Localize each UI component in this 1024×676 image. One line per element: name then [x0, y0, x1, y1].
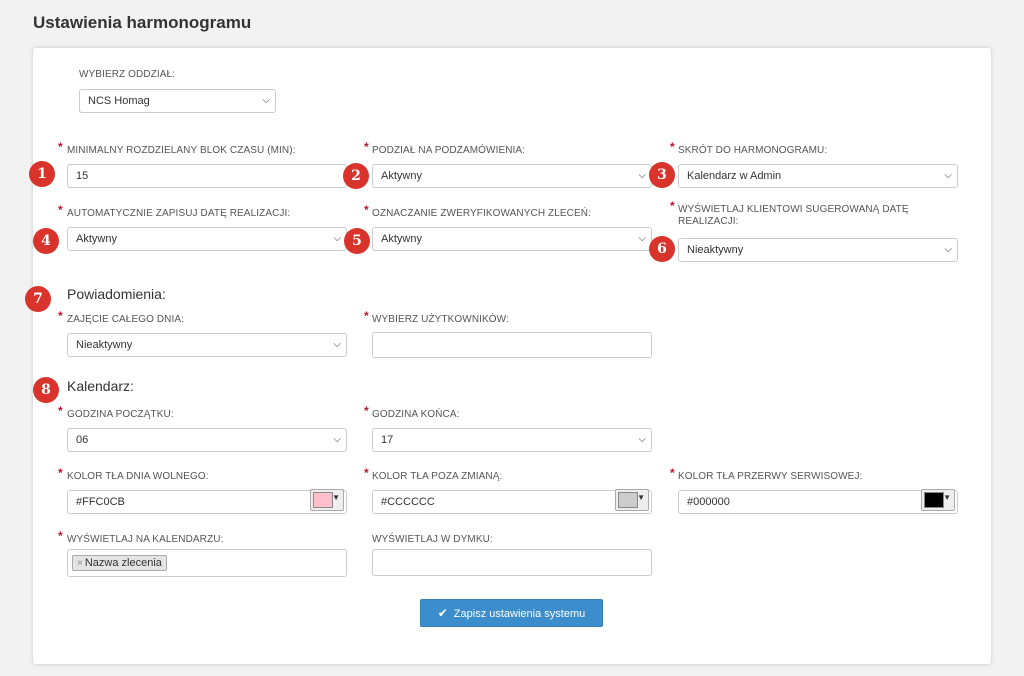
schedule-shortcut-label: SKRÓT DO HARMONOGRAMU:	[678, 145, 828, 156]
chevron-down-icon: ⌵	[333, 339, 341, 350]
end-hour-select[interactable]: 17 ⌵	[372, 428, 652, 452]
required-asterisk: *	[58, 529, 63, 543]
day-off-color-input[interactable]: #FFC0CB	[67, 490, 347, 514]
mark-verified-value: Aktywny	[381, 233, 422, 245]
save-settings-button[interactable]: ✔ Zapisz ustawienia systemu	[420, 599, 603, 627]
annotation-marker-3: 3	[649, 162, 675, 188]
end-hour-value: 17	[381, 434, 394, 446]
required-asterisk: *	[58, 140, 63, 154]
show-in-tooltip-label: WYŚWIETLAJ W DYMKU:	[372, 534, 493, 545]
annotation-marker-8: 8	[33, 377, 59, 403]
service-break-color-label: KOLOR TŁA PRZERWY SERWISOWEJ:	[678, 471, 863, 482]
off-shift-color-input[interactable]: #CCCCCC	[372, 490, 652, 514]
off-shift-color-picker[interactable]: ▼	[615, 489, 649, 511]
chevron-down-icon: ⌵	[333, 233, 341, 244]
required-asterisk: *	[670, 199, 675, 213]
users-label: WYBIERZ UŻYTKOWNIKÓW:	[372, 314, 509, 325]
end-hour-label: GODZINA KOŃCA:	[372, 409, 460, 420]
tag-chip[interactable]: × Nazwa zlecenia	[72, 555, 167, 571]
required-asterisk: *	[670, 140, 675, 154]
chevron-down-icon: ⌵	[944, 170, 952, 181]
min-block-label: MINIMALNY ROZDZIELANY BLOK CZASU (MIN):	[67, 145, 296, 156]
split-orders-value: Aktywny	[381, 170, 422, 182]
required-asterisk: *	[58, 404, 63, 418]
service-break-color-value: #000000	[687, 496, 730, 508]
full-day-label: ZAJĘCIE CAŁEGO DNIA:	[67, 314, 185, 325]
show-suggested-date-value: Nieaktywny	[687, 244, 744, 256]
start-hour-label: GODZINA POCZĄTKU:	[67, 409, 174, 420]
required-asterisk: *	[364, 203, 369, 217]
color-swatch	[618, 492, 638, 508]
chevron-down-icon: ⌵	[944, 244, 952, 255]
required-asterisk: *	[364, 140, 369, 154]
remove-tag-icon[interactable]: ×	[77, 558, 83, 569]
required-asterisk: *	[670, 466, 675, 480]
check-icon: ✔	[437, 606, 448, 620]
auto-save-date-select[interactable]: Aktywny ⌵	[67, 227, 347, 251]
calendar-heading: Kalendarz:	[67, 378, 134, 394]
chevron-down-icon: ⌵	[638, 170, 646, 181]
color-swatch	[313, 492, 333, 508]
day-off-color-label: KOLOR TŁA DNIA WOLNEGO:	[67, 471, 209, 482]
day-off-color-picker[interactable]: ▼	[310, 489, 344, 511]
required-asterisk: *	[58, 309, 63, 323]
full-day-value: Nieaktywny	[76, 339, 133, 351]
notifications-heading: Powiadomienia:	[67, 286, 166, 302]
annotation-marker-2: 2	[343, 163, 369, 189]
annotation-marker-1: 1	[29, 161, 55, 187]
day-off-color-value: #FFC0CB	[76, 496, 125, 508]
required-asterisk: *	[364, 404, 369, 418]
branch-select-value: NCS Homag	[88, 95, 150, 107]
annotation-marker-4: 4	[33, 228, 59, 254]
chevron-down-icon: ⌵	[333, 434, 341, 445]
required-asterisk: *	[58, 203, 63, 217]
min-block-input[interactable]: 15	[67, 164, 347, 188]
caret-down-icon: ▼	[332, 493, 340, 502]
color-swatch	[924, 492, 944, 508]
tag-label: Nazwa zlecenia	[84, 557, 162, 569]
show-suggested-date-select[interactable]: Nieaktywny ⌵	[678, 238, 958, 262]
branch-label: WYBIERZ ODDZIAŁ:	[79, 69, 176, 80]
required-asterisk: *	[364, 466, 369, 480]
branch-select[interactable]: NCS Homag ⌵	[79, 89, 276, 113]
required-asterisk: *	[58, 466, 63, 480]
users-input[interactable]	[372, 332, 652, 358]
required-asterisk: *	[364, 309, 369, 323]
chevron-down-icon: ⌵	[262, 95, 270, 106]
service-break-color-picker[interactable]: ▼	[921, 489, 955, 511]
chevron-down-icon: ⌵	[638, 233, 646, 244]
split-orders-select[interactable]: Aktywny ⌵	[372, 164, 652, 188]
auto-save-date-label: AUTOMATYCZNIE ZAPISUJ DATĘ REALIZACJI:	[67, 208, 291, 219]
start-hour-value: 06	[76, 434, 89, 446]
page-title: Ustawienia harmonogramu	[33, 13, 252, 32]
chevron-down-icon: ⌵	[638, 434, 646, 445]
annotation-marker-5: 5	[344, 228, 370, 254]
mark-verified-label: OZNACZANIE ZWERYFIKOWANYCH ZLECEŃ:	[372, 208, 591, 219]
annotation-marker-7: 7	[25, 286, 51, 312]
annotation-marker-6: 6	[649, 236, 675, 262]
off-shift-color-value: #CCCCCC	[381, 496, 435, 508]
schedule-shortcut-value: Kalendarz w Admin	[687, 170, 782, 182]
full-day-select[interactable]: Nieaktywny ⌵	[67, 333, 347, 357]
save-button-label: Zapisz ustawienia systemu	[453, 608, 586, 620]
split-orders-label: PODZIAŁ NA PODZAMÓWIENIA:	[372, 145, 526, 156]
off-shift-color-label: KOLOR TŁA POZA ZMIANĄ:	[372, 471, 503, 482]
show-suggested-date-label: WYŚWIETLAJ KLIENTOWI SUGEROWANĄ DATĘ REA…	[678, 204, 909, 227]
caret-down-icon: ▼	[637, 493, 645, 502]
start-hour-select[interactable]: 06 ⌵	[67, 428, 347, 452]
schedule-shortcut-select[interactable]: Kalendarz w Admin ⌵	[678, 164, 958, 188]
mark-verified-select[interactable]: Aktywny ⌵	[372, 227, 652, 251]
show-on-calendar-label: WYŚWIETLAJ NA KALENDARZU:	[67, 534, 224, 545]
auto-save-date-value: Aktywny	[76, 233, 117, 245]
caret-down-icon: ▼	[943, 493, 951, 502]
service-break-color-input[interactable]: #000000	[678, 490, 958, 514]
show-in-tooltip-input[interactable]	[372, 549, 652, 576]
